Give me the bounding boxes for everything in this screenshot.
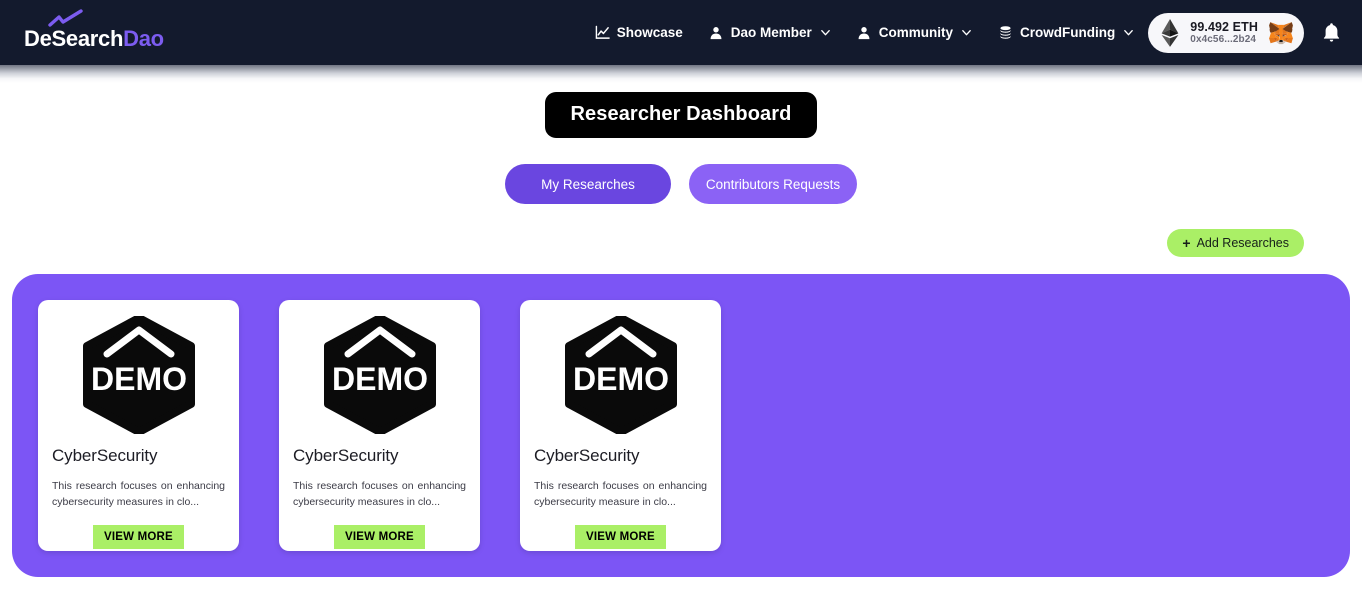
nav-item-community[interactable]: Community <box>857 25 972 40</box>
logo-text-primary: DeSearch <box>24 25 124 51</box>
metamask-fox-icon <box>1269 21 1293 44</box>
demo-hexagon-logo-icon: DEMO <box>323 316 436 434</box>
nav-item-dao-member[interactable]: Dao Member <box>709 25 831 40</box>
research-card-description: This research focuses on enhancing cyber… <box>293 480 466 509</box>
logo-text-secondary: Dao <box>123 25 164 51</box>
notifications-button[interactable] <box>1318 19 1344 47</box>
wallet-pill[interactable]: 99.492 ETH 0x4c56...2b24 <box>1148 12 1304 53</box>
research-card-title: CyberSecurity <box>534 446 640 465</box>
wallet-balance: 99.492 ETH <box>1190 19 1258 34</box>
wallet-address: 0x4c56...2b24 <box>1190 33 1257 45</box>
view-more-button[interactable]: VIEW MORE <box>575 524 666 549</box>
nav-item-crowdfunding[interactable]: CrowdFunding <box>998 25 1134 40</box>
add-researches-button[interactable]: + Add Researches <box>1167 229 1304 257</box>
coins-icon <box>998 25 1013 40</box>
tab-contributors-requests[interactable]: Contributors Requests <box>689 164 857 204</box>
nav-label-dao-member: Dao Member <box>730 25 812 40</box>
page-title: Researcher Dashboard <box>544 92 818 138</box>
brand-logo[interactable]: DeSearchDao <box>20 8 164 49</box>
research-card-description: This research focuses on enhancing cyber… <box>534 480 707 509</box>
research-card-title: CyberSecurity <box>52 446 158 465</box>
demo-logo-text: DEMO <box>332 361 428 397</box>
nav-label-showcase: Showcase <box>616 25 683 40</box>
tab-my-researches[interactable]: My Researches <box>505 164 671 204</box>
researches-container: DEMO CyberSecurity This research focuses… <box>12 274 1350 577</box>
plus-icon: + <box>1182 234 1191 251</box>
view-more-button[interactable]: VIEW MORE <box>334 524 425 549</box>
chevron-down-icon <box>820 27 831 38</box>
nav-item-showcase[interactable]: Showcase <box>595 25 683 40</box>
nav-label-crowdfunding: CrowdFunding <box>1020 25 1116 40</box>
research-card[interactable]: DEMO CyberSecurity This research focuses… <box>520 300 721 551</box>
add-researches-label: Add Researches <box>1196 236 1289 250</box>
nav-label-community: Community <box>878 25 954 40</box>
top-navbar: DeSearchDao Showcase Dao Member Communit… <box>0 0 1362 65</box>
dashboard-tabs: My Researches Contributors Requests <box>0 164 1362 204</box>
research-card[interactable]: DEMO CyberSecurity This research focuses… <box>279 300 480 551</box>
demo-logo-text: DEMO <box>91 361 187 397</box>
chevron-down-icon <box>1123 27 1134 38</box>
user-icon <box>857 25 872 40</box>
ethereum-icon <box>1161 18 1179 47</box>
line-chart-icon <box>595 25 610 40</box>
nav-links: Showcase Dao Member Community CrowdFundi… <box>595 25 1135 40</box>
view-more-button[interactable]: VIEW MORE <box>93 524 184 549</box>
user-icon <box>709 25 724 40</box>
demo-hexagon-logo-icon: DEMO <box>564 316 677 434</box>
add-researches-row: + Add Researches <box>0 229 1362 257</box>
bell-icon <box>1323 23 1339 42</box>
research-card-title: CyberSecurity <box>293 446 399 465</box>
demo-hexagon-logo-icon: DEMO <box>82 316 195 434</box>
page-content: Researcher Dashboard My Researches Contr… <box>0 65 1362 577</box>
research-card-description: This research focuses on enhancing cyber… <box>52 480 225 509</box>
research-card[interactable]: DEMO CyberSecurity This research focuses… <box>38 300 239 551</box>
chevron-down-icon <box>961 27 972 38</box>
demo-logo-text: DEMO <box>573 361 669 397</box>
